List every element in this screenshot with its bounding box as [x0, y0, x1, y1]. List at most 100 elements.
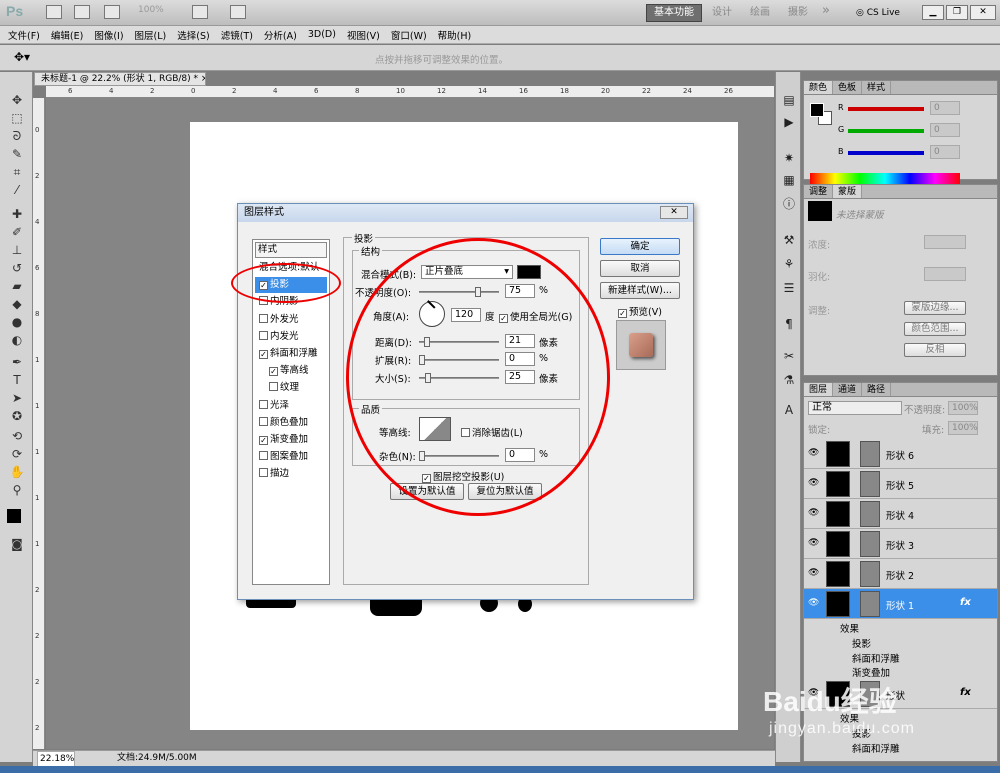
- restore-button[interactable]: ❐: [946, 5, 968, 20]
- actions-panel-icon[interactable]: ▶: [780, 114, 798, 130]
- visibility-eye-icon[interactable]: 👁: [808, 568, 819, 578]
- fx-icon[interactable]: fx: [960, 597, 971, 608]
- feather-field[interactable]: [924, 267, 966, 281]
- menu-view[interactable]: 视图(V): [347, 28, 380, 42]
- healing-brush-tool-icon[interactable]: ✚: [8, 206, 26, 222]
- 3d-panel-icon[interactable]: ✷: [780, 150, 798, 166]
- path-selection-tool-icon[interactable]: ➤: [8, 390, 26, 406]
- tab-masks[interactable]: 蒙版: [833, 185, 863, 198]
- menu-select[interactable]: 选择(S): [177, 28, 209, 42]
- eraser-tool-icon[interactable]: ▰: [8, 278, 26, 294]
- layer-row[interactable]: 👁 形状 4: [804, 499, 997, 529]
- style-item[interactable]: ✓ 渐变叠加: [255, 432, 327, 448]
- effect-item[interactable]: 斜面和浮雕: [852, 651, 900, 665]
- menu-3d[interactable]: 3D(D): [308, 29, 336, 40]
- style-item[interactable]: 光泽: [255, 398, 327, 414]
- color-range-button[interactable]: 颜色范围...: [904, 322, 966, 336]
- density-field[interactable]: [924, 235, 966, 249]
- shape-tool-icon[interactable]: ✪: [8, 408, 26, 424]
- style-item[interactable]: 外发光: [255, 312, 327, 328]
- layer-row[interactable]: 👁 形状 2: [804, 559, 997, 589]
- blue-slider[interactable]: [848, 151, 924, 155]
- visibility-eye-icon[interactable]: 👁: [808, 538, 819, 548]
- tab-adjustments[interactable]: 调整: [804, 185, 834, 198]
- zoom-tool-icon[interactable]: ⚲: [8, 482, 26, 498]
- foreground-color-swatch[interactable]: [810, 103, 824, 117]
- visibility-eye-icon[interactable]: 👁: [808, 478, 819, 488]
- type-tool-icon[interactable]: T: [8, 372, 26, 388]
- cancel-button[interactable]: 取消: [600, 260, 680, 277]
- minibridge-icon[interactable]: [74, 5, 90, 19]
- history-brush-tool-icon[interactable]: ↺: [8, 260, 26, 276]
- menu-window[interactable]: 窗口(W): [391, 28, 427, 42]
- new-style-button[interactable]: 新建样式(W)...: [600, 282, 680, 299]
- 3d-rotate-tool-icon[interactable]: ⟲: [8, 428, 26, 444]
- tab-color[interactable]: 颜色: [804, 81, 834, 94]
- crop-tool-icon[interactable]: ⌗: [8, 164, 26, 180]
- paint-bucket-tool-icon[interactable]: ◆: [8, 296, 26, 312]
- minimize-button[interactable]: ▁: [922, 5, 944, 20]
- tab-styles[interactable]: 样式: [862, 81, 892, 94]
- workspace-essentials[interactable]: 基本功能: [646, 4, 702, 22]
- menu-filter[interactable]: 滤镜(T): [221, 28, 253, 42]
- stamp-tool-icon[interactable]: ⊥: [8, 242, 26, 258]
- bridge-icon[interactable]: [46, 5, 62, 19]
- cs-live-button[interactable]: ◎ CS Live: [856, 5, 916, 21]
- green-value[interactable]: 0: [930, 123, 960, 137]
- opacity-field[interactable]: 100%: [948, 401, 978, 415]
- tab-layers[interactable]: 图层: [804, 383, 834, 396]
- visibility-eye-icon[interactable]: 👁: [808, 598, 819, 608]
- style-item[interactable]: 描边: [255, 466, 327, 482]
- layer-comps-icon[interactable]: ⚗: [780, 372, 798, 388]
- styles-header[interactable]: 样式: [255, 242, 327, 258]
- blue-value[interactable]: 0: [930, 145, 960, 159]
- visibility-eye-icon[interactable]: 👁: [808, 448, 819, 458]
- character-panel-icon[interactable]: A: [780, 402, 798, 418]
- arrange-documents-icon[interactable]: [192, 5, 208, 19]
- layer-row[interactable]: 👁 形状 5: [804, 469, 997, 499]
- blend-mode-select[interactable]: 正常: [808, 401, 902, 415]
- quick-mask-icon[interactable]: ◙: [8, 536, 26, 552]
- menu-edit[interactable]: 编辑(E): [51, 28, 83, 42]
- 3d-orbit-tool-icon[interactable]: ⟳: [8, 446, 26, 462]
- pen-tool-icon[interactable]: ✒: [8, 354, 26, 370]
- close-tab-icon[interactable]: ×: [201, 74, 205, 84]
- workspace-painting[interactable]: 绘画: [750, 4, 770, 22]
- paragraph-panel-icon[interactable]: ¶: [780, 316, 798, 332]
- invert-button[interactable]: 反相: [904, 343, 966, 357]
- menu-help[interactable]: 帮助(H): [438, 28, 472, 42]
- move-tool-icon[interactable]: ✥: [8, 92, 26, 108]
- foreground-color-swatch[interactable]: [7, 509, 21, 523]
- style-item[interactable]: ✓ 斜面和浮雕: [255, 346, 327, 362]
- close-window-button[interactable]: ✕: [970, 5, 996, 20]
- style-item[interactable]: 纹理: [255, 380, 327, 396]
- info-panel-icon[interactable]: ⓘ: [780, 196, 798, 212]
- screen-mode-icon[interactable]: [230, 5, 246, 19]
- fill-field[interactable]: 100%: [948, 421, 978, 435]
- view-extras-icon[interactable]: [104, 5, 120, 19]
- dialog-close-button[interactable]: ✕: [660, 206, 688, 219]
- menu-file[interactable]: 文件(F): [8, 28, 40, 42]
- style-item[interactable]: 内发光: [255, 329, 327, 345]
- style-item[interactable]: ✓ 等高线: [255, 363, 327, 379]
- quick-select-tool-icon[interactable]: ✎: [8, 146, 26, 162]
- hand-tool-icon[interactable]: ✋: [8, 464, 26, 480]
- green-slider[interactable]: [848, 129, 924, 133]
- red-slider[interactable]: [848, 107, 924, 111]
- style-item[interactable]: 图案叠加: [255, 449, 327, 465]
- lasso-tool-icon[interactable]: ᘐ: [8, 128, 26, 144]
- workspace-photography[interactable]: 摄影: [788, 4, 808, 22]
- tab-paths[interactable]: 路径: [862, 383, 892, 396]
- preview-checkbox[interactable]: ✓ 预览(V): [618, 304, 662, 318]
- visibility-eye-icon[interactable]: 👁: [808, 508, 819, 518]
- brush-panel-icon[interactable]: ⚒: [780, 232, 798, 248]
- menu-analysis[interactable]: 分析(A): [264, 28, 297, 42]
- document-tab[interactable]: 未标题-1 @ 22.2% (形状 1, RGB/8) * ×: [34, 72, 206, 86]
- history-panel-icon[interactable]: ▤: [780, 92, 798, 108]
- zoom-level-select[interactable]: 100%: [138, 5, 186, 20]
- layer-row[interactable]: 👁 形状 6: [804, 439, 997, 469]
- marquee-tool-icon[interactable]: ⬚: [8, 110, 26, 126]
- menu-image[interactable]: 图像(I): [94, 28, 123, 42]
- tab-channels[interactable]: 通道: [833, 383, 863, 396]
- effect-item[interactable]: 渐变叠加: [852, 665, 890, 679]
